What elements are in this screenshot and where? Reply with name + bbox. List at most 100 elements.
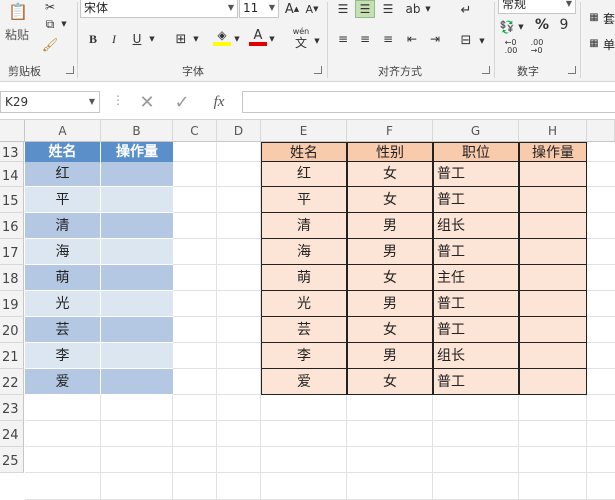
- grow-font-icon[interactable]: A ▲: [283, 0, 301, 18]
- left-header-ops[interactable]: 操作量: [101, 142, 173, 162]
- right-table-cell[interactable]: 男: [347, 291, 433, 317]
- column-header-g[interactable]: G: [433, 120, 519, 142]
- right-table-cell[interactable]: 男: [347, 239, 433, 265]
- left-ops-cell[interactable]: [101, 239, 173, 265]
- right-table-cell[interactable]: 女: [347, 317, 433, 343]
- right-table-cell[interactable]: 平: [261, 187, 347, 213]
- right-table-cell[interactable]: [519, 291, 587, 317]
- conditional-format-icon[interactable]: ▦: [588, 8, 600, 26]
- underline-button[interactable]: U: [129, 30, 145, 48]
- right-table-cell[interactable]: [519, 162, 587, 187]
- left-name-cell[interactable]: 爱: [25, 369, 101, 395]
- right-table-cell[interactable]: 李: [261, 343, 347, 369]
- font-color-icon[interactable]: A: [249, 28, 267, 46]
- font-launcher-icon[interactable]: [314, 66, 322, 74]
- left-name-cell[interactable]: 平: [25, 187, 101, 213]
- left-ops-cell[interactable]: [101, 343, 173, 369]
- left-name-cell[interactable]: 红: [25, 162, 101, 187]
- right-table-cell[interactable]: [519, 343, 587, 369]
- align-right-icon[interactable]: ≡: [378, 30, 398, 48]
- orientation-icon[interactable]: ab: [403, 0, 423, 18]
- right-table-cell[interactable]: [519, 369, 587, 395]
- left-ops-cell[interactable]: [101, 187, 173, 213]
- font-size-select[interactable]: 11 ▼: [239, 0, 279, 18]
- increase-indent-icon[interactable]: ⇥: [425, 30, 445, 48]
- right-table-cell[interactable]: 女: [347, 265, 433, 291]
- right-table-cell[interactable]: 女: [347, 162, 433, 187]
- right-table-cell[interactable]: 组长: [433, 213, 519, 239]
- row-header-22[interactable]: 22: [0, 369, 24, 395]
- chevron-down-icon[interactable]: ▼: [478, 32, 486, 50]
- merge-center-icon[interactable]: ⊟: [455, 30, 477, 50]
- right-table-cell[interactable]: 男: [347, 213, 433, 239]
- cell-styles-label[interactable]: 单: [603, 36, 615, 53]
- right-table-cell[interactable]: [519, 187, 587, 213]
- clipboard-launcher-icon[interactable]: [66, 66, 74, 74]
- row-header-15[interactable]: 15: [0, 187, 24, 213]
- cell-styles-icon[interactable]: ▦: [588, 34, 600, 52]
- paste-icon[interactable]: 📋: [6, 0, 30, 22]
- right-table-cell[interactable]: 普工: [433, 187, 519, 213]
- currency-icon[interactable]: 💱: [498, 18, 516, 36]
- italic-button[interactable]: I: [106, 30, 122, 48]
- row-header-23[interactable]: 23: [0, 395, 24, 421]
- middle-align-icon[interactable]: ☰: [355, 0, 375, 18]
- number-launcher-icon[interactable]: [568, 66, 576, 74]
- row-header-19[interactable]: 19: [0, 291, 24, 317]
- chevron-down-icon[interactable]: ▼: [424, 0, 432, 18]
- row-header-14[interactable]: 14: [0, 162, 24, 187]
- right-table-cell[interactable]: 海: [261, 239, 347, 265]
- right-table-cell[interactable]: 普工: [433, 239, 519, 265]
- right-header-cell[interactable]: 操作量: [519, 142, 587, 162]
- decrease-decimal-icon[interactable]: .00 →0: [526, 38, 548, 56]
- chevron-down-icon[interactable]: ▼: [148, 30, 156, 48]
- right-table-cell[interactable]: [519, 213, 587, 239]
- right-table-cell[interactable]: 爱: [261, 369, 347, 395]
- insert-function-icon[interactable]: fx: [206, 90, 232, 114]
- right-header-cell[interactable]: 职位: [433, 142, 519, 162]
- name-box[interactable]: K29 ▼: [0, 91, 100, 113]
- right-table-cell[interactable]: 清: [261, 213, 347, 239]
- row-header-16[interactable]: 16: [0, 213, 24, 239]
- cut-icon[interactable]: ✂: [40, 0, 60, 14]
- select-all-corner[interactable]: [0, 120, 25, 142]
- left-ops-cell[interactable]: [101, 162, 173, 187]
- right-table-cell[interactable]: 普工: [433, 291, 519, 317]
- comma-button[interactable]: 9: [556, 16, 572, 34]
- right-table-cell[interactable]: 芸: [261, 317, 347, 343]
- left-name-cell[interactable]: 芸: [25, 317, 101, 343]
- left-name-cell[interactable]: 李: [25, 343, 101, 369]
- left-ops-cell[interactable]: [101, 369, 173, 395]
- chevron-down-icon[interactable]: ▼: [192, 30, 200, 48]
- alignment-launcher-icon[interactable]: [482, 66, 490, 74]
- table-format-label[interactable]: 套: [603, 10, 615, 27]
- left-name-cell[interactable]: 光: [25, 291, 101, 317]
- percent-button[interactable]: %: [533, 16, 551, 34]
- row-header-17[interactable]: 17: [0, 239, 24, 265]
- right-header-cell[interactable]: 性别: [347, 142, 433, 162]
- right-table-cell[interactable]: [519, 265, 587, 291]
- chevron-down-icon[interactable]: ▼: [517, 18, 525, 36]
- increase-decimal-icon[interactable]: ←0.00: [500, 38, 522, 56]
- right-table-cell[interactable]: 组长: [433, 343, 519, 369]
- left-name-cell[interactable]: 海: [25, 239, 101, 265]
- right-table-cell[interactable]: 男: [347, 343, 433, 369]
- right-table-cell[interactable]: [519, 239, 587, 265]
- right-header-cell[interactable]: 姓名: [261, 142, 347, 162]
- column-header-b[interactable]: B: [101, 120, 173, 142]
- left-ops-cell[interactable]: [101, 265, 173, 291]
- enter-icon[interactable]: ✓: [170, 90, 194, 114]
- shrink-font-icon[interactable]: A ▼: [303, 0, 321, 18]
- right-table-cell[interactable]: 主任: [433, 265, 519, 291]
- left-name-cell[interactable]: 萌: [25, 265, 101, 291]
- align-center-icon[interactable]: ≡: [355, 30, 375, 48]
- right-table-cell[interactable]: 光: [261, 291, 347, 317]
- right-table-cell[interactable]: [519, 317, 587, 343]
- paste-label[interactable]: 粘贴: [5, 26, 29, 43]
- copy-icon[interactable]: ⧉: [40, 16, 60, 32]
- left-ops-cell[interactable]: [101, 291, 173, 317]
- formula-input[interactable]: [242, 91, 615, 113]
- font-name-select[interactable]: 宋体 ▼: [80, 0, 238, 18]
- top-align-icon[interactable]: ☰: [333, 0, 353, 18]
- column-header-e[interactable]: E: [261, 120, 347, 142]
